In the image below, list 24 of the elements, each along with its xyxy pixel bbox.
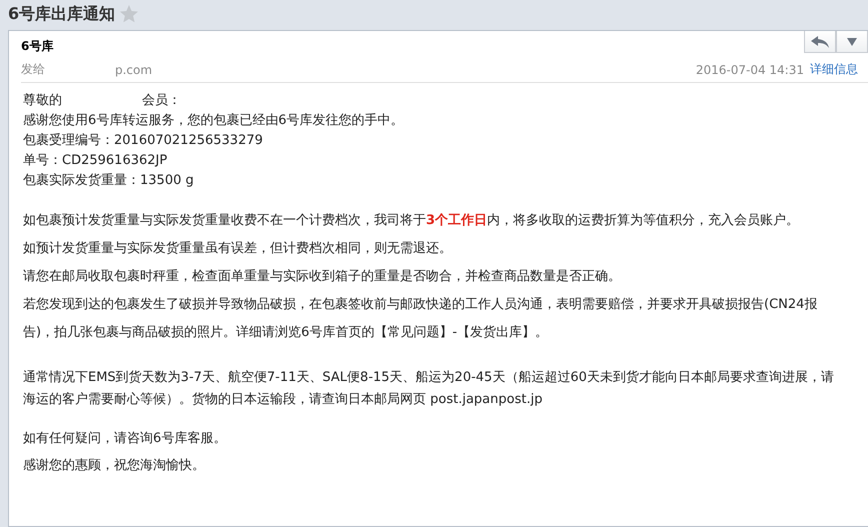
notice-paragraph: 如预计发货重量与实际发货重量虽有误差，但计费档次相同，则无需退还。 (23, 240, 453, 258)
notice-paragraph: 如包裹预计发货重量与实际发货重量收费不在一个计费档次，我司将于3个工作日 内，将多收取的运费折算为等值积分，充入会员账户。 (23, 212, 800, 230)
notice-paragraph: 请您在邮局收取包裹时秤重，检查面单重量与实际收到箱子的重量是否吻合，并检查商品数量是否正确。 (23, 268, 622, 286)
more-button[interactable] (836, 31, 868, 53)
reply-button[interactable] (804, 31, 836, 53)
closing-line: 感谢您的惠顾，祝您海淘愉快。 (23, 457, 206, 475)
caret-icon (847, 38, 857, 46)
body-line: 包裹受理编号：201607021256533279 (23, 132, 264, 150)
body-line: 包裹实际发货重量：13500 g (23, 172, 195, 190)
body-line: 单号：CD259616362JP (23, 152, 168, 170)
details-link[interactable]: 详细信息 (810, 61, 858, 78)
greeting-text: 会员： (142, 92, 181, 110)
recipient-label: 发给 (21, 61, 45, 78)
star-icon[interactable] (119, 4, 140, 24)
email-subject: 6号库出库通知 (8, 4, 116, 24)
shipping-paragraph: 通常情况下EMS到货天数为3-7天、航空便7-11天、SAL便8-15天、船运为20-45天（船运超过60天未到货才能向日本邮局要求查询进展，请海运的客户需要耐心等候）。货物的日本运输段，请查询日本邮局网页 post.japanpost.jp (23, 369, 835, 409)
sent-date: 2016-07-04 14:31 (696, 62, 804, 76)
greeting-text: 尊敬的 (23, 92, 62, 110)
recipient-address: p.com (115, 62, 152, 76)
notice-paragraph: 若您发现到达的包裹发生了破损并导致物品破损，在包裹签收前与邮政快递的工作人员沟通，表明需要赔偿，并要求开具破损报告(CN24报告)，拍几张包裹与商品破损的照片。详细请浏览6号库首页的【常见问题】-【发货出库】。 (23, 296, 818, 342)
closing-line: 如有任何疑问，请咨询6号库客服。 (23, 430, 228, 448)
body-line: 感谢您使用6号库转运服务，您的包裹已经由6号库发往您的手中。 (23, 112, 405, 130)
sender-name: 6号库 (21, 38, 54, 55)
reply-arrow-icon (811, 36, 829, 48)
